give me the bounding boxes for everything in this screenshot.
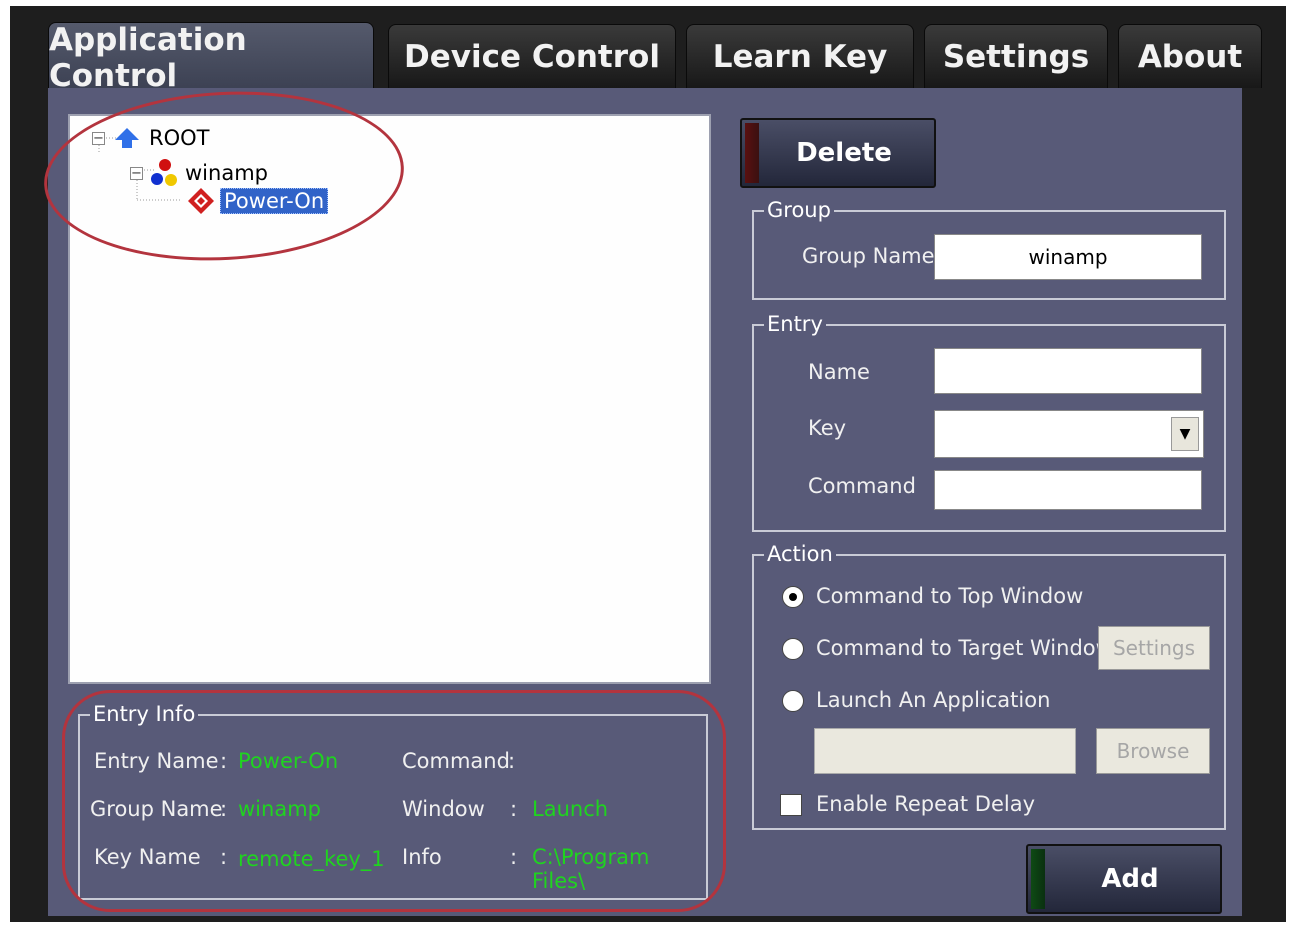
tree-node-root[interactable]: − ROOT — [92, 126, 209, 150]
radio-target-window-label: Command to Target Window — [816, 636, 1113, 660]
chevron-down-icon[interactable]: ▼ — [1171, 417, 1199, 451]
radio-top-window-label: Command to Top Window — [816, 584, 1084, 608]
command-label: Command — [402, 749, 510, 773]
tree-node-group[interactable]: − winamp — [130, 158, 268, 188]
group-box: Group Group Name winamp — [752, 197, 1226, 300]
group-box-title: Group — [764, 197, 834, 223]
key-name-colon: : — [220, 845, 228, 869]
group-name-label: Group Name — [90, 797, 223, 821]
add-button-label: Add — [1101, 864, 1159, 894]
tab-settings[interactable]: Settings — [924, 24, 1108, 88]
tree-label-entry: Power-On — [220, 188, 329, 214]
tab-learn-key[interactable]: Learn Key — [686, 24, 914, 88]
tab-device-control[interactable]: Device Control — [388, 24, 676, 88]
key-name-label: Key Name — [94, 845, 201, 869]
action-box: Action Command to Top Window Command to … — [752, 541, 1226, 830]
entry-info-title: Entry Info — [90, 701, 199, 727]
group-name-value: winamp — [238, 797, 321, 821]
delete-accent — [745, 123, 759, 183]
application-control-panel: − ROOT − winamp Power-On Entry Info Entr… — [48, 88, 1242, 916]
key-name-value: remote_key_1 — [238, 847, 385, 871]
info-label: Info — [402, 845, 442, 869]
up-arrow-icon — [115, 128, 139, 148]
entry-name-label: Entry Name — [94, 749, 219, 773]
window-value: Launch — [532, 797, 609, 821]
entry-name-field-label: Name — [808, 360, 870, 384]
tree-label-root: ROOT — [149, 126, 210, 150]
info-colon: : — [510, 845, 518, 869]
group-dots-icon — [151, 159, 177, 186]
radio-target-window[interactable] — [782, 638, 804, 660]
group-name-input[interactable]: winamp — [934, 234, 1202, 280]
entry-name-value: Power-On — [238, 749, 339, 773]
add-button[interactable]: Add — [1026, 844, 1222, 914]
tab-about[interactable]: About — [1118, 24, 1262, 88]
entry-name-input[interactable] — [934, 348, 1202, 394]
action-box-title: Action — [764, 541, 836, 567]
radio-top-window[interactable] — [782, 586, 804, 608]
delete-button-label: Delete — [796, 138, 892, 168]
info-value: C:\Program Files\ — [532, 845, 650, 893]
repeat-delay-label: Enable Repeat Delay — [816, 792, 1036, 816]
application-path-input[interactable] — [814, 728, 1076, 774]
command-colon: : — [508, 749, 516, 773]
entry-box-title: Entry — [764, 311, 826, 337]
entry-tree[interactable]: − ROOT − winamp Power-On — [68, 114, 711, 684]
command-field-label: Command — [808, 474, 916, 498]
group-name-colon: : — [220, 797, 228, 821]
repeat-delay-checkbox[interactable] — [780, 794, 802, 816]
browse-button[interactable]: Browse — [1096, 728, 1210, 774]
entry-name-colon: : — [220, 749, 228, 773]
window-label: Window — [402, 797, 485, 821]
delete-button[interactable]: Delete — [740, 118, 936, 188]
command-input[interactable] — [934, 470, 1202, 510]
key-select[interactable]: ▼ — [934, 410, 1204, 458]
window-colon: : — [510, 797, 518, 821]
radio-launch-app[interactable] — [782, 690, 804, 712]
add-accent — [1031, 849, 1045, 909]
entry-box: Entry Name Key ▼ Command — [752, 311, 1226, 532]
tab-application-control[interactable]: Application Control — [48, 22, 374, 94]
entry-diamond-icon — [188, 188, 214, 214]
target-settings-button[interactable]: Settings — [1098, 626, 1210, 670]
tree-node-entry[interactable]: Power-On — [186, 186, 329, 216]
group-name-field-label: Group Name — [802, 244, 935, 268]
key-field-label: Key — [808, 416, 847, 440]
collapse-icon[interactable]: − — [92, 131, 105, 145]
tree-label-group: winamp — [185, 161, 268, 185]
collapse-icon[interactable]: − — [130, 166, 143, 180]
radio-launch-app-label: Launch An Application — [816, 688, 1051, 712]
entry-info-box: Entry Info Entry Name : Power-On Group N… — [78, 701, 708, 900]
